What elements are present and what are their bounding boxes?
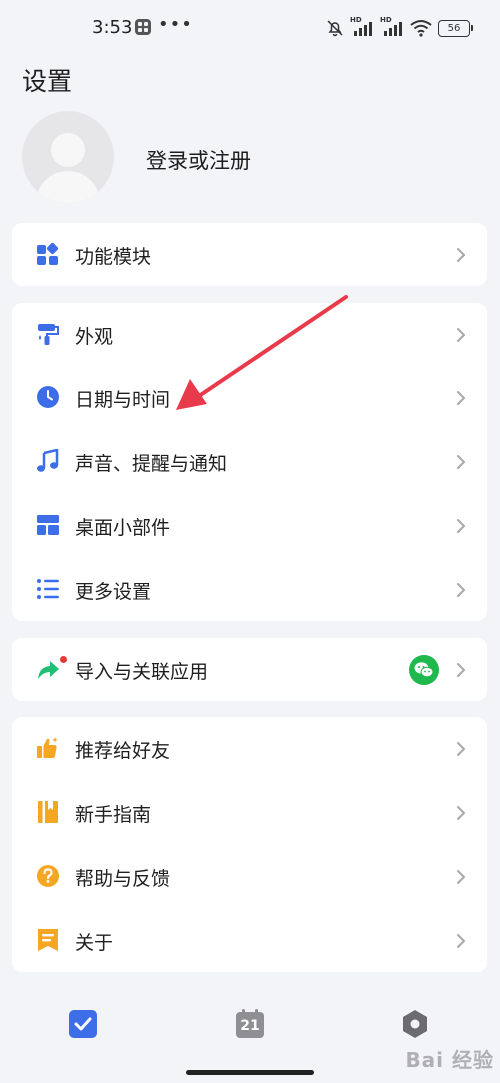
settings-group-modules: 功能模块 [12, 223, 487, 286]
settings-item-feature-modules[interactable]: 功能模块 [12, 223, 487, 286]
chevron-right-icon [457, 934, 465, 948]
settings-item-beginner-guide[interactable]: 新手指南 [12, 781, 487, 844]
settings-item-label: 桌面小部件 [75, 517, 171, 539]
avatar-head [51, 133, 85, 167]
chevron-right-icon [457, 806, 465, 820]
chevron-right-icon [457, 328, 465, 342]
settings-item-import-linked-apps[interactable]: 导入与关联应用 [12, 638, 487, 701]
settings-item-label: 声音、提醒与通知 [75, 453, 228, 475]
status-bar: 3:53 ••• HD HD 56 [0, 0, 500, 58]
mute-bell-icon [327, 20, 343, 37]
settings-item-label: 新手指南 [75, 804, 152, 826]
chevron-right-icon [457, 583, 465, 597]
settings-item-label: 导入与关联应用 [75, 661, 209, 683]
chevron-right-icon [457, 455, 465, 469]
avatar[interactable] [22, 111, 114, 203]
tab-calendar[interactable]: 21 [235, 1009, 265, 1039]
baidu-watermark: Bai 经验 [405, 1048, 494, 1072]
chevron-right-icon [457, 742, 465, 756]
settings-item-label: 推荐给好友 [75, 740, 171, 762]
settings-item-date-time[interactable]: 日期与时间 [12, 366, 487, 429]
settings-item-appearance[interactable]: 外观 [12, 303, 487, 366]
settings-group-general: 外观 日期与时间 声音、提醒与通知 桌面小部件 更多设置 [12, 303, 487, 621]
settings-group-import: 导入与关联应用 [12, 638, 487, 701]
settings-item-recommend[interactable]: 推荐给好友 [12, 717, 487, 780]
music-note-icon [37, 449, 59, 472]
signal-icon-1: HD [350, 16, 374, 37]
settings-item-desktop-widgets[interactable]: 桌面小部件 [12, 494, 487, 557]
thumbs-up-icon [37, 737, 58, 758]
page-title: 设置 [22, 67, 73, 96]
settings-item-more-settings[interactable]: 更多设置 [12, 558, 487, 621]
settings-item-label: 帮助与反馈 [75, 868, 171, 890]
signal-icon-2: HD [380, 16, 404, 37]
wechat-icon[interactable] [409, 655, 439, 685]
chevron-right-icon [457, 248, 465, 262]
widget-layout-icon [37, 515, 59, 535]
help-circle-icon [37, 865, 59, 887]
settings-group-support: 推荐给好友 新手指南 帮助与反馈 关于 [12, 717, 487, 972]
wifi-icon [410, 20, 432, 37]
battery-icon: 56 [438, 19, 473, 37]
chevron-right-icon [457, 519, 465, 533]
settings-item-help-feedback[interactable]: 帮助与反馈 [12, 845, 487, 908]
tab-tasks[interactable] [68, 1009, 98, 1039]
chevron-right-icon [457, 663, 465, 677]
checkbox-icon [69, 1010, 97, 1038]
calendar-day: 21 [240, 1018, 260, 1034]
app-notification-icon [135, 19, 151, 35]
status-icons: HD HD 56 [326, 16, 473, 38]
clock-icon [37, 386, 59, 408]
chevron-right-icon [457, 391, 465, 405]
settings-item-label: 外观 [75, 326, 114, 348]
login-register-link[interactable]: 登录或注册 [146, 145, 251, 175]
more-notifications-icon: ••• [158, 14, 193, 35]
settings-hexagon-icon [403, 1010, 427, 1038]
avatar-body [36, 171, 100, 203]
paint-roller-icon [38, 324, 59, 345]
book-icon [38, 801, 58, 823]
settings-item-label: 关于 [75, 932, 114, 954]
list-icon [37, 579, 59, 599]
document-icon [38, 929, 58, 951]
tab-settings[interactable] [400, 1009, 430, 1039]
chevron-right-icon [457, 870, 465, 884]
share-arrow-icon [38, 661, 59, 679]
settings-item-about[interactable]: 关于 [12, 909, 487, 972]
settings-item-sound-notifications[interactable]: 声音、提醒与通知 [12, 430, 487, 493]
settings-item-label: 更多设置 [75, 581, 152, 603]
status-time: 3:53 [92, 17, 133, 38]
home-indicator[interactable] [186, 1070, 314, 1075]
grid-icon [37, 242, 59, 265]
settings-item-label: 日期与时间 [75, 389, 171, 411]
new-badge-dot [60, 656, 67, 663]
settings-item-label: 功能模块 [75, 246, 152, 268]
